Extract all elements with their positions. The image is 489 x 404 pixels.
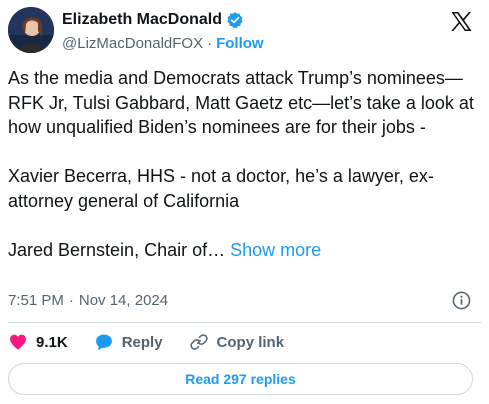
tweet-body: As the media and Democrats attack Trump’… bbox=[8, 68, 474, 260]
timestamp-row[interactable]: 7:51 PM · Nov 14, 2024 bbox=[8, 290, 168, 310]
read-replies-label: Read 297 replies bbox=[185, 371, 296, 387]
date-separator: · bbox=[68, 291, 74, 309]
show-more-link[interactable]: Show more bbox=[230, 240, 321, 260]
name-row: Elizabeth MacDonald bbox=[62, 9, 244, 31]
read-replies-button[interactable]: Read 297 replies bbox=[8, 363, 473, 395]
divider bbox=[8, 322, 481, 323]
action-bar: 9.1K Reply Copy link bbox=[8, 331, 284, 353]
link-icon bbox=[189, 332, 209, 352]
tweet-time: 7:51 PM bbox=[8, 291, 64, 309]
tweet-text: As the media and Democrats attack Trump’… bbox=[8, 66, 478, 262]
info-icon[interactable] bbox=[452, 291, 471, 310]
heart-icon bbox=[8, 332, 28, 352]
handle-separator: · bbox=[207, 34, 213, 52]
verified-badge-icon bbox=[226, 11, 244, 29]
follow-button[interactable]: Follow bbox=[216, 35, 264, 52]
display-name[interactable]: Elizabeth MacDonald bbox=[62, 11, 222, 29]
tweet-embed-card: Elizabeth MacDonald @LizMacDonaldFOX · F… bbox=[0, 0, 489, 404]
copy-link-button[interactable]: Copy link bbox=[189, 332, 285, 352]
reply-button[interactable]: Reply bbox=[94, 332, 163, 352]
x-logo-icon[interactable] bbox=[449, 10, 473, 34]
reply-bubble-icon bbox=[94, 332, 114, 352]
reply-label: Reply bbox=[121, 333, 163, 351]
avatar[interactable] bbox=[8, 7, 54, 53]
copy-link-label: Copy link bbox=[216, 333, 285, 351]
tweet-date: Nov 14, 2024 bbox=[78, 291, 169, 309]
handle-row: @LizMacDonaldFOX · Follow bbox=[62, 33, 264, 53]
like-count: 9.1K bbox=[36, 333, 68, 351]
handle[interactable]: @LizMacDonaldFOX bbox=[62, 35, 203, 52]
like-button[interactable]: 9.1K bbox=[8, 332, 68, 352]
